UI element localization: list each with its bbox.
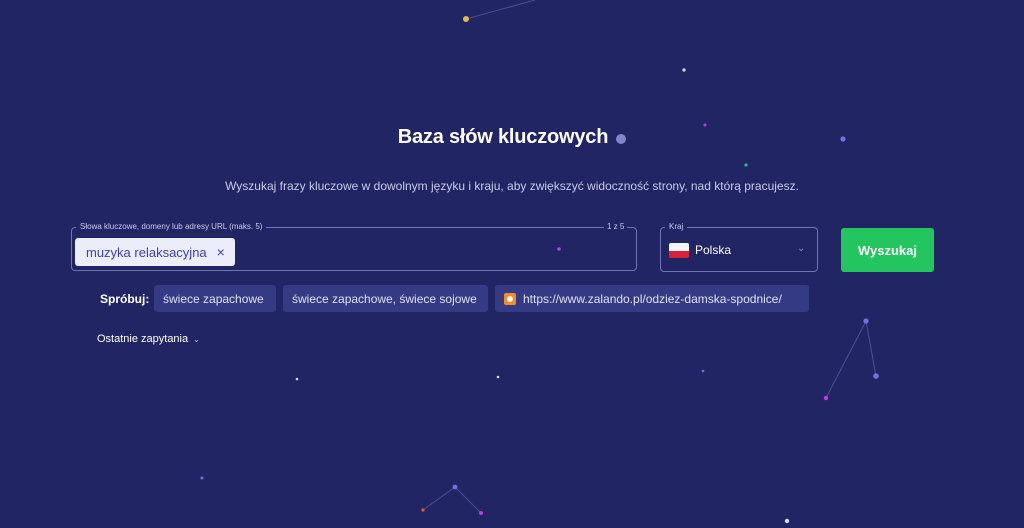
chevron-down-icon[interactable]: ⌄ (797, 243, 805, 254)
suggestion-text: świece zapachowe, świece sojowe (292, 291, 477, 306)
close-icon[interactable]: × (217, 245, 225, 259)
keyword-chip: muzyka relaksacyjna × (75, 238, 235, 266)
page-subtitle: Wyszukaj frazy kluczowe w dowolnym język… (225, 179, 799, 193)
suggestions-label: Spróbuj: (100, 292, 150, 306)
suggestion-chip-url[interactable]: https://www.zalando.pl/odziez-damska-spo… (495, 285, 809, 312)
keyword-field-label: Słowa kluczowe, domeny lub adresy URL (m… (76, 222, 267, 231)
country-value: Polska (695, 243, 732, 257)
suggestion-chip[interactable]: świece zapachowe (154, 285, 276, 312)
suggestion-chip[interactable]: świece zapachowe, świece sojowe (283, 285, 488, 312)
search-button[interactable]: Wyszukaj (841, 228, 934, 272)
title-row: Baza słów kluczowych (0, 126, 1024, 149)
keyword-chip-label: muzyka relaksacyjna (86, 244, 207, 260)
info-icon[interactable] (616, 134, 627, 144)
keyword-count: 1 z 5 (604, 222, 628, 231)
poland-flag-icon (669, 243, 689, 258)
recent-queries-toggle[interactable]: Ostatnie zapytania ⌄ (97, 333, 200, 345)
page-title: Baza słów kluczowych (397, 126, 609, 148)
recent-queries-label: Ostatnie zapytania (97, 333, 189, 345)
chevron-down-icon: ⌄ (193, 334, 200, 344)
zalando-favicon-icon (504, 292, 516, 305)
country-field-label: Kraj (665, 222, 688, 231)
suggestion-text: świece zapachowe (163, 291, 264, 306)
suggestion-text: https://www.zalando.pl/odziez-damska-spo… (523, 291, 782, 306)
